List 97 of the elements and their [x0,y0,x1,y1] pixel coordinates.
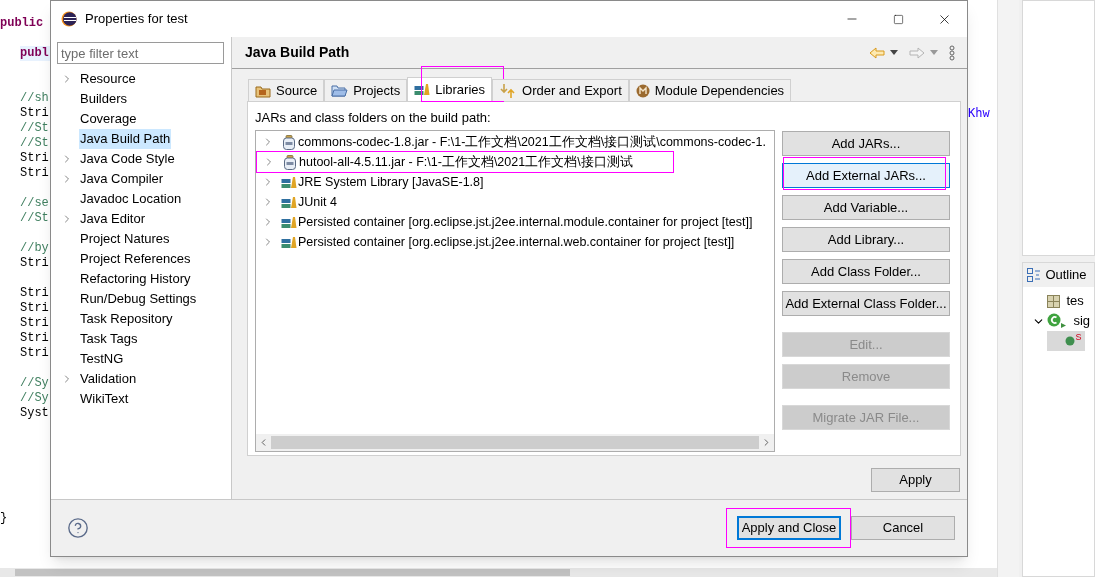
forward-arrow-icon[interactable] [909,46,925,59]
code-line: //St [20,121,49,136]
library-path: JUnit 4 [298,193,337,211]
filter-field[interactable]: type filter text [57,42,224,64]
module-icon [635,83,650,98]
outline-item[interactable]: tes [1029,291,1088,311]
side-button[interactable]: Add External Class Folder... [782,291,950,316]
code-line: //se [20,196,49,211]
nav-item[interactable]: Refactoring History [79,269,192,289]
code-line: Stri [20,256,49,271]
code-line: //St [20,211,49,226]
nav-item[interactable]: Resource [79,69,137,89]
nav-item[interactable]: Java Compiler [79,169,165,189]
outline-icon [1027,268,1042,282]
eclipse-logo-icon [61,11,77,27]
library-path: JRE System Library [JavaSE-1.8] [298,173,484,191]
code-line: //Sy [20,391,49,406]
back-arrow-icon[interactable] [869,46,885,59]
nav-item[interactable]: Java Build Path [79,129,172,149]
nav-item[interactable]: TestNG [79,349,125,369]
side-button[interactable]: Add Variable... [782,195,950,220]
nav-item[interactable]: Builders [79,89,128,109]
code-line: Stri [20,166,49,181]
library-row[interactable]: Persisted container [org.eclipse.jst.j2ee.internal.web.container for project [test]] [256,232,735,252]
side-button[interactable]: Add Library... [782,227,950,252]
maximize-icon [892,13,904,25]
books-icon [414,83,431,96]
nav-item[interactable]: Coverage [79,109,138,129]
library-icon [280,215,297,229]
code-line: //Sy [20,376,49,391]
library-path: Persisted container [org.eclipse.jst.j2ee.internal.module.container for project [test]] [298,213,753,231]
code-line: Stri [20,301,49,316]
tab[interactable]: Source [248,79,325,101]
library-path: commons-codec-1.8.jar - F:\1-工作文档\2021工作文档\接口测试\commons-codec-1. [298,133,766,151]
library-row[interactable]: JRE System Library [JavaSE-1.8] [256,172,484,192]
help-icon[interactable] [67,517,89,539]
outline-item[interactable]: sig [1029,311,1094,331]
code-line: //St [20,136,49,151]
library-icon [280,175,297,189]
dot-icon [1065,336,1076,346]
code-line: Stri [20,331,49,346]
nav-item[interactable]: Task Tags [79,329,139,349]
library-row[interactable]: JUnit 4 [256,192,337,212]
code-line: } [0,511,8,526]
library-path: Persisted container [org.eclipse.jst.j2ee.internal.web.container for project [test]] [298,233,735,251]
side-button[interactable]: Add Class Folder... [782,259,950,284]
list-scrollbar[interactable] [256,434,774,451]
outline-label: S [1075,331,1082,344]
folder-icon [331,83,349,98]
library-icon [280,195,297,209]
outline-label: sig [1073,312,1090,331]
tab[interactable]: Order and Export [492,79,629,101]
dropdown-icon[interactable] [890,50,898,55]
nav-item[interactable]: Project Natures [79,229,171,249]
nav-item[interactable]: Java Code Style [79,149,176,169]
nav-item[interactable]: Project References [79,249,192,269]
code-line: //by [20,241,49,256]
tab[interactable]: Libraries [407,77,493,101]
more-icon[interactable] [949,44,955,61]
library-row[interactable]: Persisted container [org.eclipse.jst.j2ee.internal.module.container for project [test]] [256,212,753,232]
code-line: public [0,16,44,31]
nav-item[interactable]: Javadoc Location [79,189,183,209]
jar-icon [283,154,296,170]
code-line: //sh [20,91,49,106]
code-line: Syst [20,406,49,421]
nav-item[interactable]: Task Repository [79,309,174,329]
code-line: Stri [20,346,49,361]
side-button[interactable]: Add External JARs... [782,163,950,188]
library-path: hutool-all-4.5.11.jar - F:\1-工作文档\2021工作文档\接口测试 [299,153,633,171]
outline-item[interactable]: S [1047,331,1086,351]
code-line: Stri [20,106,49,121]
tab[interactable]: Module Dependencies [628,79,792,101]
nav-item[interactable]: Validation [79,369,138,389]
code-line: Stri [20,316,49,331]
window-title: Properties for test [85,10,188,29]
side-button[interactable]: Add JARs... [782,131,950,156]
library-row[interactable]: commons-codec-1.8.jar - F:\1-工作文档\2021工作文档\接口测试\commons-codec-1. [256,132,766,152]
nav-item[interactable]: Java Editor [79,209,147,229]
dialog-button[interactable]: Cancel [851,516,955,540]
library-row[interactable]: hutool-all-4.5.11.jar - F:\1-工作文档\2021工作文档\接口测试 [257,152,633,172]
package-folder-icon [255,83,271,98]
code-line: Stri [20,286,49,301]
tab[interactable]: Projects [324,79,408,101]
list-label: JARs and class folders on the build path: [255,110,492,126]
dialog-button[interactable]: Apply and Close [737,516,841,540]
grid-icon [1047,294,1061,308]
outline-label: tes [1066,292,1084,311]
class-icon [1047,313,1068,329]
horizontal-scrollbar[interactable] [0,568,998,577]
jar-icon [282,134,295,150]
code-line: Stri [20,151,49,166]
code-fragment: Khw [968,106,990,121]
apply-button[interactable]: Apply [871,468,960,492]
page-title: Java Build Path [245,43,350,62]
library-icon [280,235,297,249]
nav-item[interactable]: Run/Debug Settings [79,289,198,309]
nav-item[interactable]: WikiText [79,389,130,409]
